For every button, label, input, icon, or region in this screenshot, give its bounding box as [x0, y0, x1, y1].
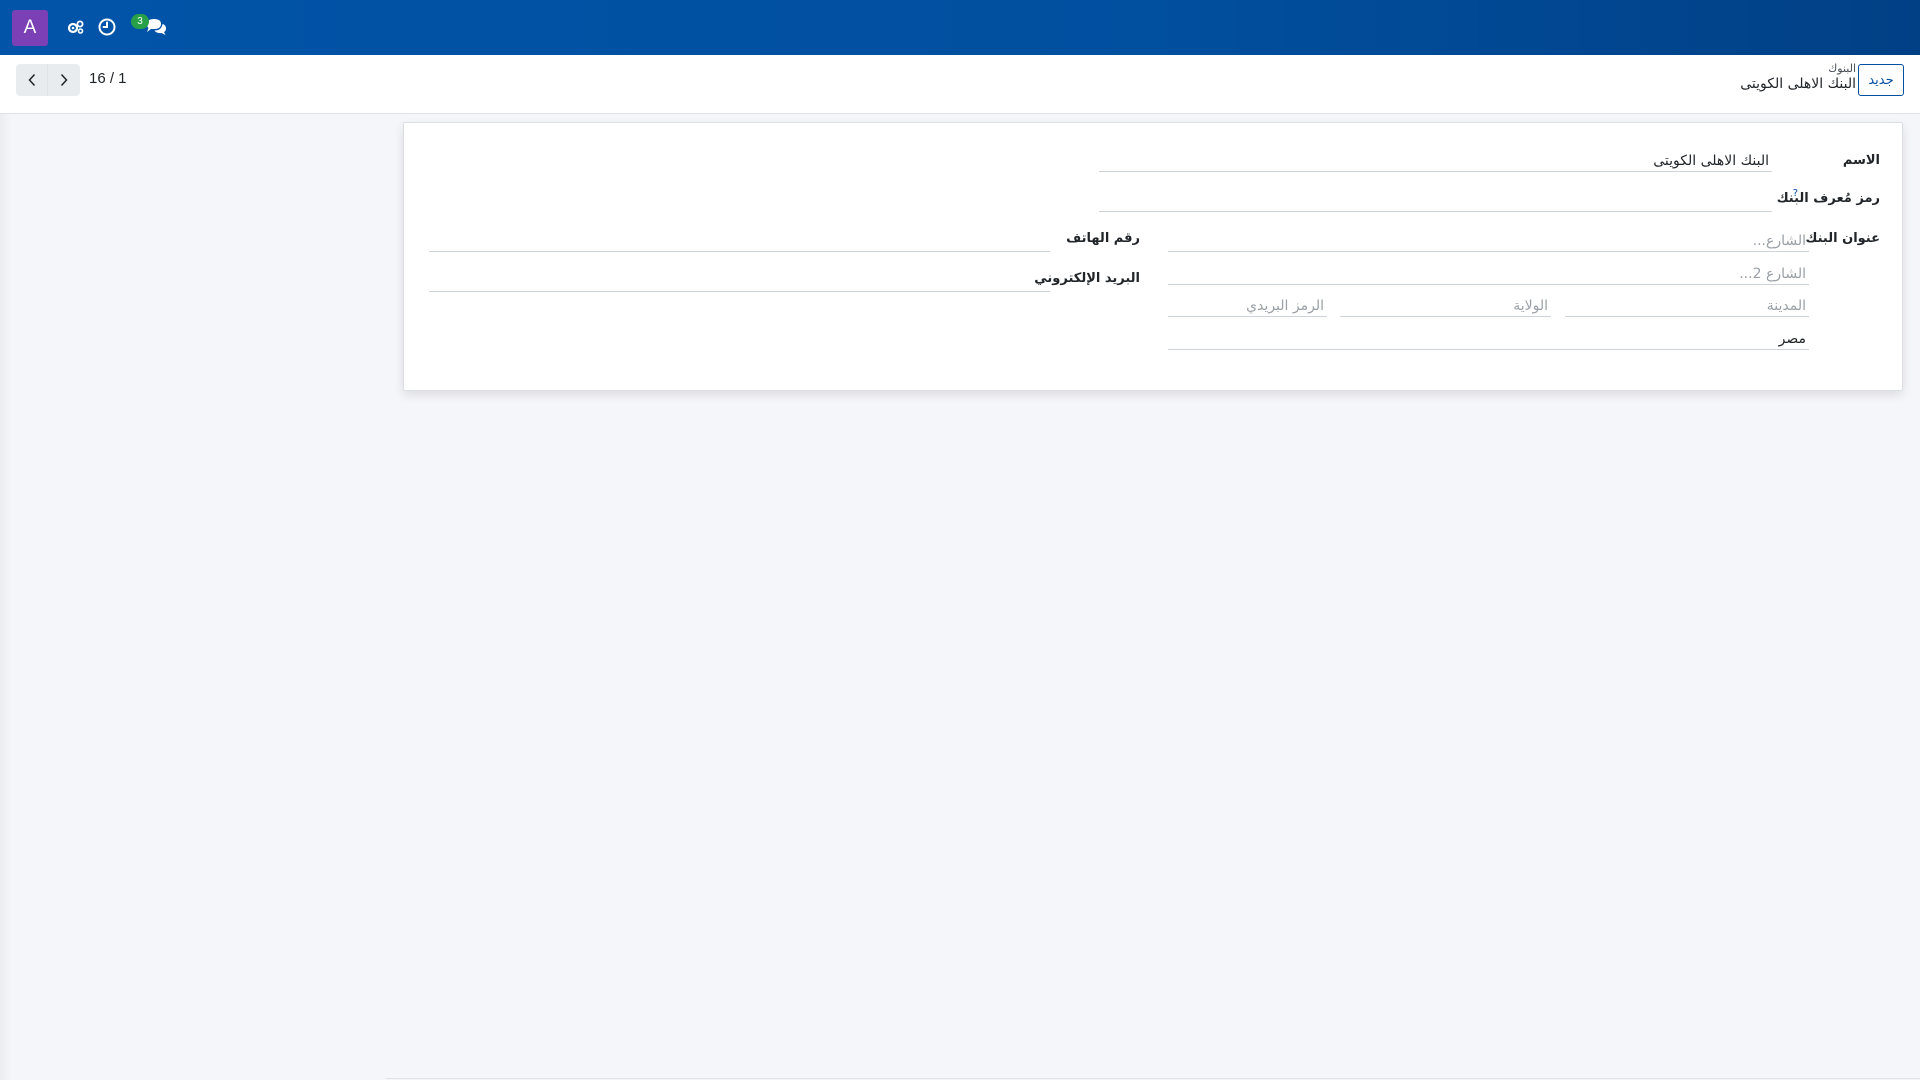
bic-help-tooltip-icon[interactable]: ? — [1793, 188, 1798, 199]
bank-address-label: عنوان البنك — [1805, 231, 1880, 246]
chevron-right-icon — [60, 73, 68, 87]
phone-field[interactable] — [429, 230, 1050, 252]
pager-previous-button[interactable] — [16, 64, 48, 96]
top-navbar: A 3 — [0, 0, 1920, 55]
bic-field[interactable] — [1099, 190, 1772, 212]
country-field[interactable] — [1168, 328, 1809, 350]
pager-next-button[interactable] — [48, 64, 80, 96]
breadcrumb-parent-link[interactable]: البنوك — [1740, 62, 1856, 75]
settings-gears-icon[interactable] — [64, 15, 88, 39]
state-field[interactable] — [1340, 295, 1551, 317]
clock-activity-icon[interactable] — [95, 15, 119, 39]
street-field[interactable] — [1168, 230, 1809, 252]
left-edge-shadow — [0, 114, 12, 1080]
name-field[interactable] — [1099, 150, 1772, 172]
zip-field[interactable] — [1168, 295, 1327, 317]
control-panel: 16 / 1 جديد البنوك البنك الاهلى الكويتى — [0, 55, 1920, 114]
user-avatar[interactable]: A — [12, 10, 48, 46]
messages-count-badge: 3 — [131, 14, 149, 29]
pager-value[interactable]: 16 / 1 — [89, 70, 127, 87]
email-field[interactable] — [429, 270, 1050, 292]
form-sheet: الاسم رمز مُعرف البنك ? عنوان البنك رقم … — [403, 122, 1903, 391]
bottom-divider — [386, 1078, 1920, 1079]
email-label: البريد الإلكتروني — [1034, 271, 1140, 286]
chevron-left-icon — [27, 73, 35, 87]
new-record-button[interactable]: جديد — [1858, 64, 1904, 96]
city-field[interactable] — [1565, 295, 1809, 317]
name-label: الاسم — [1842, 153, 1880, 168]
avatar-letter: A — [23, 17, 37, 38]
phone-label: رقم الهاتف — [1066, 231, 1140, 246]
breadcrumb-current: البنك الاهلى الكويتى — [1740, 76, 1856, 92]
street2-field[interactable] — [1168, 263, 1809, 285]
breadcrumb: البنوك البنك الاهلى الكويتى — [1740, 62, 1856, 92]
pager-buttons — [16, 64, 80, 96]
